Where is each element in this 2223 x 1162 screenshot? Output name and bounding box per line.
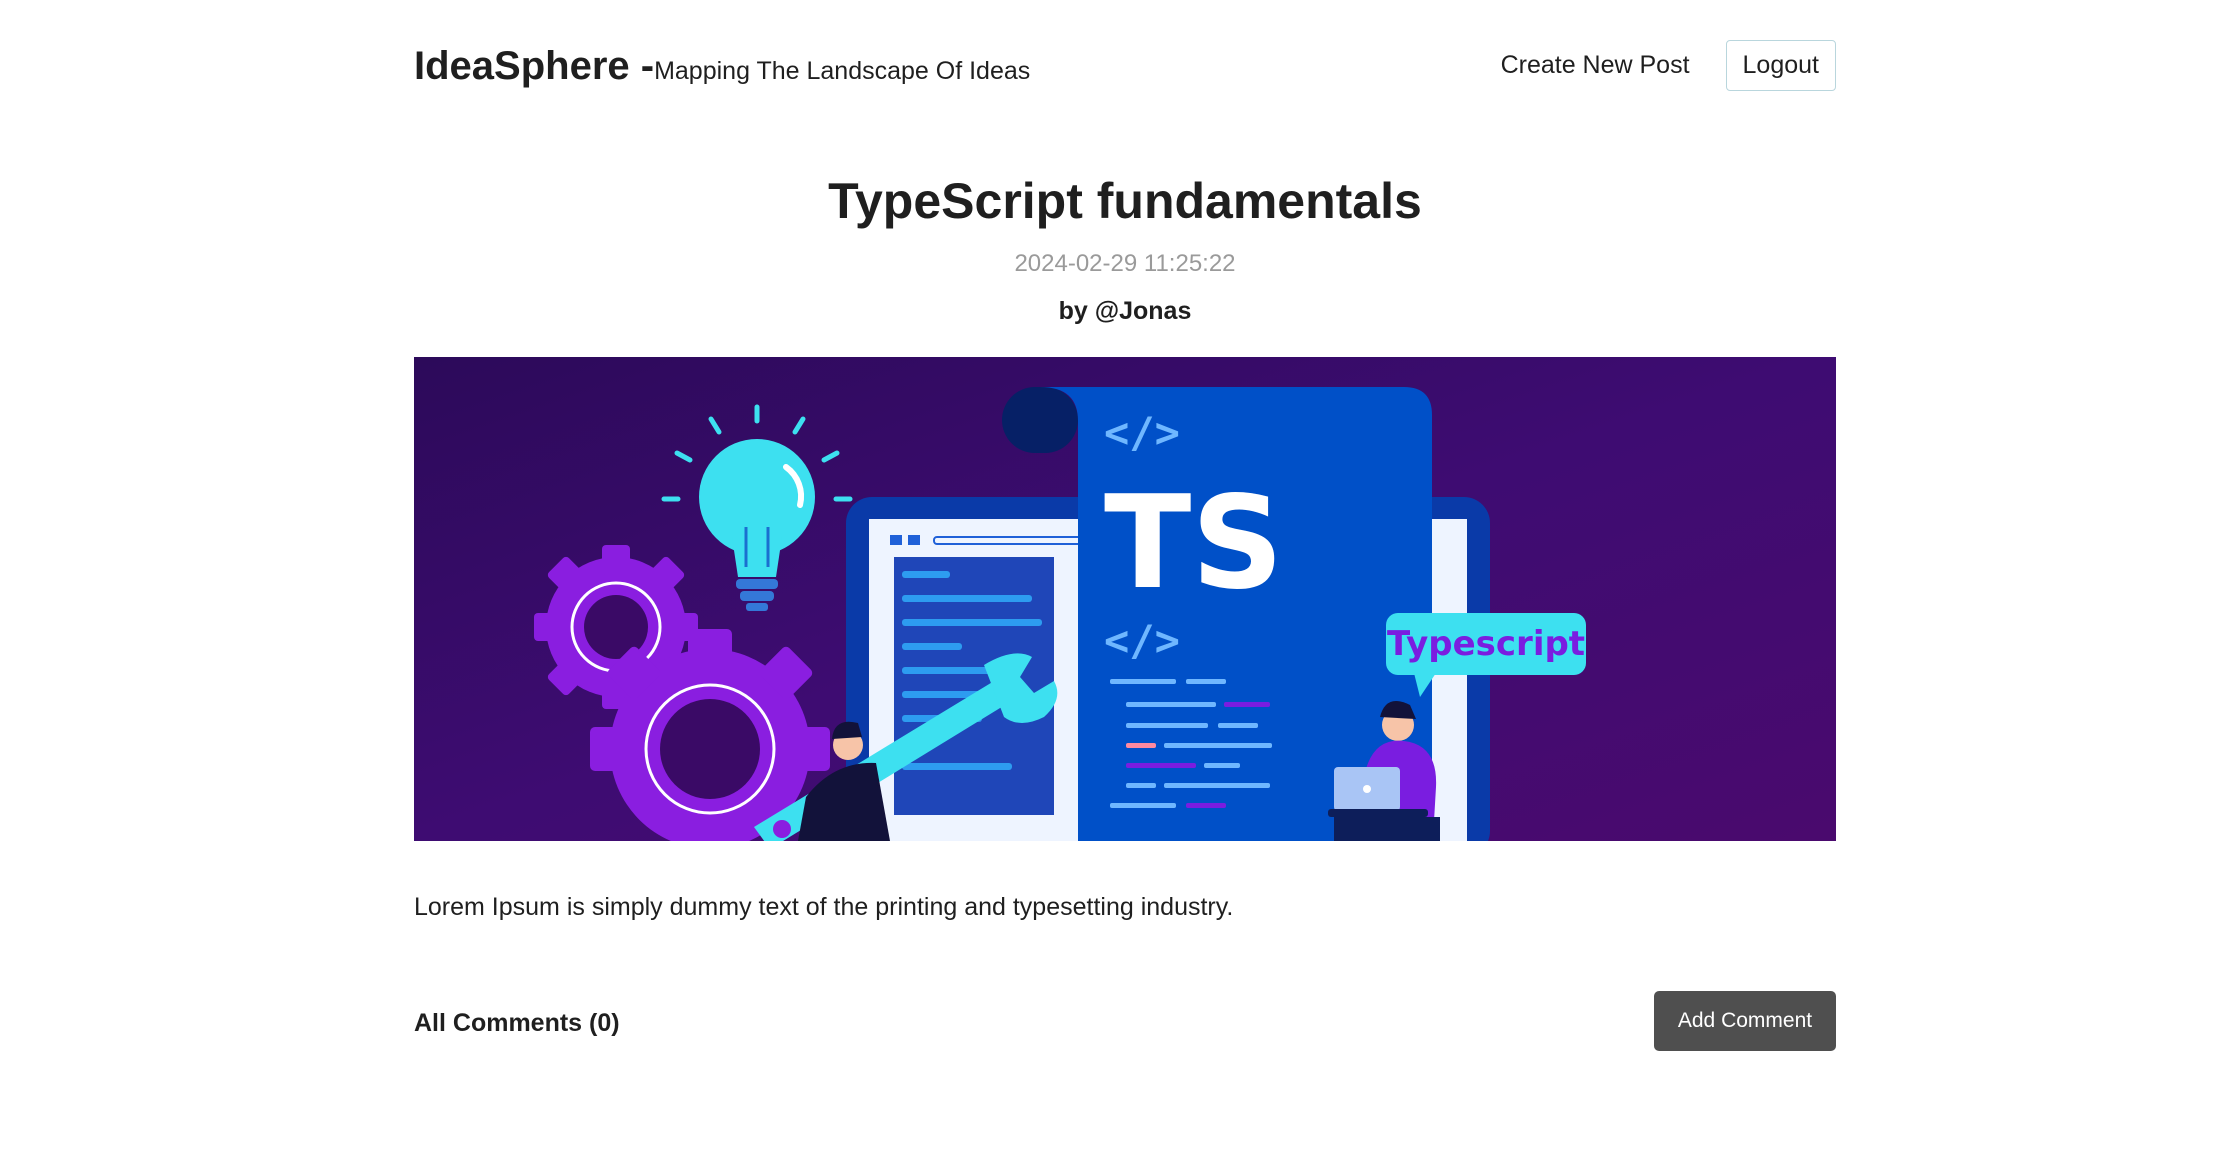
nav-actions: Create New Post Logout (1501, 40, 1836, 91)
post-author: by @Jonas (1058, 297, 1192, 325)
code-tag-top: </> (1104, 408, 1180, 457)
post-date: 2024-02-29 11:25:22 (1014, 250, 1236, 277)
create-new-post-link[interactable]: Create New Post (1501, 51, 1690, 80)
bubble-label: Typescript (1387, 624, 1585, 664)
code-tag-bottom: </> (1104, 616, 1180, 665)
ts-label: TS (1104, 469, 1284, 618)
comments-heading: All Comments (0) (414, 1009, 620, 1037)
top-navbar: IdeaSphere -Mapping The Landscape Of Ide… (414, 40, 1836, 96)
brand-name: IdeaSphere - (414, 44, 655, 88)
brand-tagline: Mapping The Landscape Of Ideas (654, 57, 1031, 85)
add-comment-button[interactable]: Add Comment (1654, 991, 1836, 1051)
brand[interactable]: IdeaSphere -Mapping The Landscape Of Ide… (414, 44, 1030, 89)
logout-button[interactable]: Logout (1725, 40, 1836, 91)
post-body: Lorem Ipsum is simply dummy text of the … (414, 893, 1234, 921)
post-banner-image: </> TS </> Typescript (414, 357, 1836, 841)
post-title: TypeScript fundamentals (828, 173, 1422, 229)
